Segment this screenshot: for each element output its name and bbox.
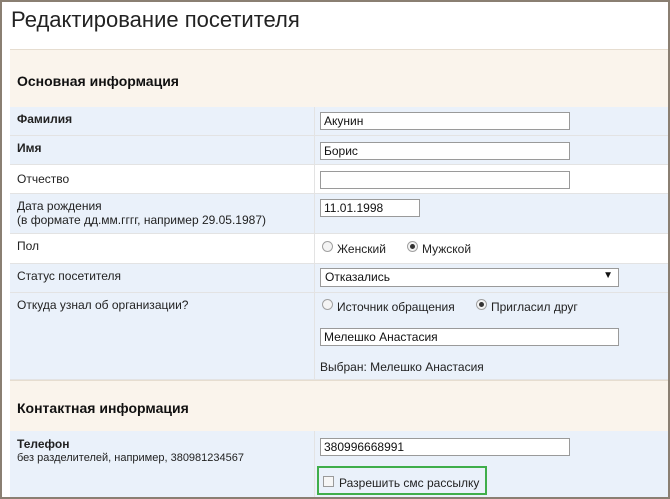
dropdown-arrow-icon: ▼ xyxy=(603,270,613,281)
patronymic-label: Отчество xyxy=(17,172,70,186)
source-referral-radio[interactable] xyxy=(322,299,333,310)
phone-label: Телефон xyxy=(17,437,70,451)
status-select[interactable]: Отказались ▼ xyxy=(320,268,619,287)
row-patronymic: Отчество xyxy=(10,165,668,194)
gender-female-label[interactable]: Женский xyxy=(337,242,386,256)
row-birth-date: Дата рождения (в формате дд.мм.гггг, нап… xyxy=(10,194,668,234)
phone-input[interactable]: 380996668991 xyxy=(320,438,570,456)
last-name-label: Фамилия xyxy=(17,112,73,126)
row-status: Статус посетителя Отказались ▼ xyxy=(10,264,668,293)
birth-date-hint: (в формате дд.мм.гггг, например 29.05.19… xyxy=(17,213,266,227)
row-last-name: Фамилия Акунин xyxy=(10,107,668,136)
status-selected-value: Отказались xyxy=(325,270,391,284)
selected-friend-text: Выбран: Мелешко Анастасия xyxy=(320,360,484,374)
last-name-input[interactable]: Акунин xyxy=(320,112,570,130)
page-title: Редактирование посетителя xyxy=(11,7,300,32)
row-gender: Пол Женский Мужской xyxy=(10,234,668,264)
birth-date-input[interactable]: 11.01.1998 xyxy=(320,199,420,217)
source-label: Откуда узнал об организации? xyxy=(17,298,189,312)
first-name-input[interactable]: Борис xyxy=(320,142,570,160)
row-phone: Телефон без разделителей, например, 3809… xyxy=(10,431,668,497)
status-label: Статус посетителя xyxy=(17,269,122,283)
patronymic-input[interactable] xyxy=(320,171,570,189)
gender-male-label[interactable]: Мужской xyxy=(422,242,471,256)
phone-hint: без разделителей, например, 380981234567 xyxy=(17,452,244,464)
sms-checkbox[interactable] xyxy=(323,476,334,487)
source-friend-radio[interactable] xyxy=(476,299,487,310)
first-name-label: Имя xyxy=(17,141,42,155)
gender-label: Пол xyxy=(17,239,40,253)
friend-name-input[interactable]: Мелешко Анастасия xyxy=(320,328,619,346)
sms-checkbox-label[interactable]: Разрешить смс рассылку xyxy=(339,476,479,490)
row-source: Откуда узнал об организации? Источник об… xyxy=(10,293,668,380)
section-title-basic: Основная информация xyxy=(17,73,179,89)
row-first-name: Имя Борис xyxy=(10,136,668,165)
source-friend-label[interactable]: Пригласил друг xyxy=(491,300,578,314)
section-title-contact: Контактная информация xyxy=(17,400,189,416)
section-basic-info: Основная информация xyxy=(10,49,668,108)
birth-date-label: Дата рождения xyxy=(17,199,102,213)
gender-male-radio[interactable] xyxy=(407,241,418,252)
section-contact-info: Контактная информация xyxy=(10,380,668,432)
edit-visitor-window: Редактирование посетителя Основная инфор… xyxy=(0,0,670,499)
gender-female-radio[interactable] xyxy=(322,241,333,252)
source-referral-label[interactable]: Источник обращения xyxy=(337,300,455,314)
